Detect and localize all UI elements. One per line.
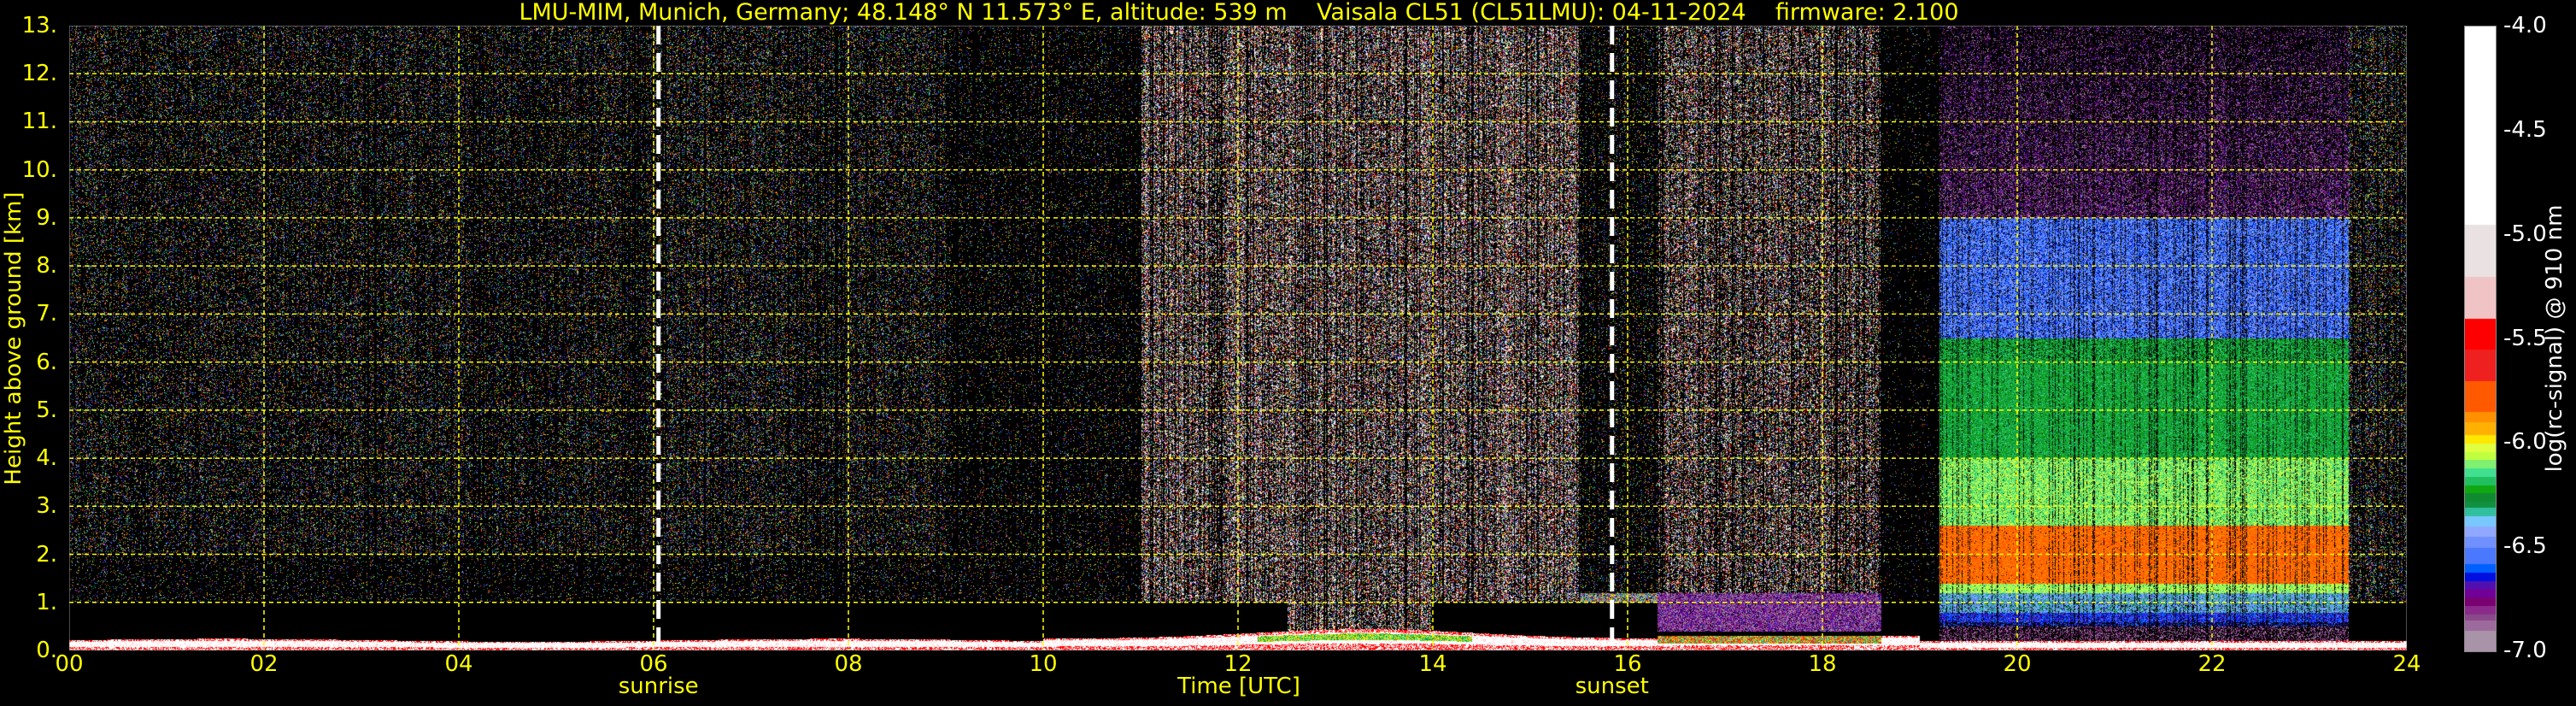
sunset-label: sunset [1575,674,1649,699]
colorbar-tick-label: -6.5 [2503,533,2547,560]
y-tick-label: 9. [36,204,57,231]
y-tick-label: 3. [36,493,57,520]
y-tick-label: 1. [36,589,57,615]
sunrise-label: sunrise [618,674,699,699]
y-tick-label: 6. [36,349,57,375]
x-tick-label: 20 [2003,651,2032,677]
plot-area [69,26,2407,650]
colorbar-title: log(rc-signal) @ 910 nm [2542,204,2567,473]
colorbar-tick-label: -4.5 [2503,116,2547,143]
y-tick-label: 8. [36,253,57,279]
grid-overlay [69,26,2407,650]
y-tick-label: 11. [21,109,57,135]
y-tick-label: 10. [21,156,57,183]
x-tick-label: 10 [1029,651,1058,677]
y-tick-label: 7. [36,301,57,327]
y-tick-label: 2. [36,541,57,568]
colorbar-tick-label: -4.0 [2503,13,2547,38]
x-tick-label: 08 [834,651,863,677]
x-tick-label: 24 [2392,651,2421,677]
y-tick-label: 4. [36,445,57,472]
colorbar-tick-label: -5.5 [2503,325,2547,351]
x-tick-label: 22 [2198,651,2227,677]
x-axis-title: Time [UTC] [1177,674,1300,699]
chart-title: LMU-MIM, Munich, Germany; 48.148° N 11.5… [519,0,1959,26]
x-tick-label: 04 [444,651,473,677]
y-tick-label: 12. [21,61,57,87]
x-tick-label: 00 [55,651,84,677]
y-axis-title: Height above ground [km] [1,191,26,485]
colorbar-tick-label: -5.0 [2503,221,2547,247]
y-tick-label: 5. [36,397,57,423]
colorbar [2464,26,2497,652]
y-tick-label: 0. [36,638,57,663]
colorbar-tick-label: -6.0 [2503,429,2547,456]
y-tick-label: 13. [21,13,57,38]
x-tick-label: 18 [1808,651,1837,677]
x-tick-label: 02 [249,651,279,677]
x-tick-label: 14 [1418,651,1447,677]
colorbar-tick-label: -7.0 [2503,638,2547,663]
